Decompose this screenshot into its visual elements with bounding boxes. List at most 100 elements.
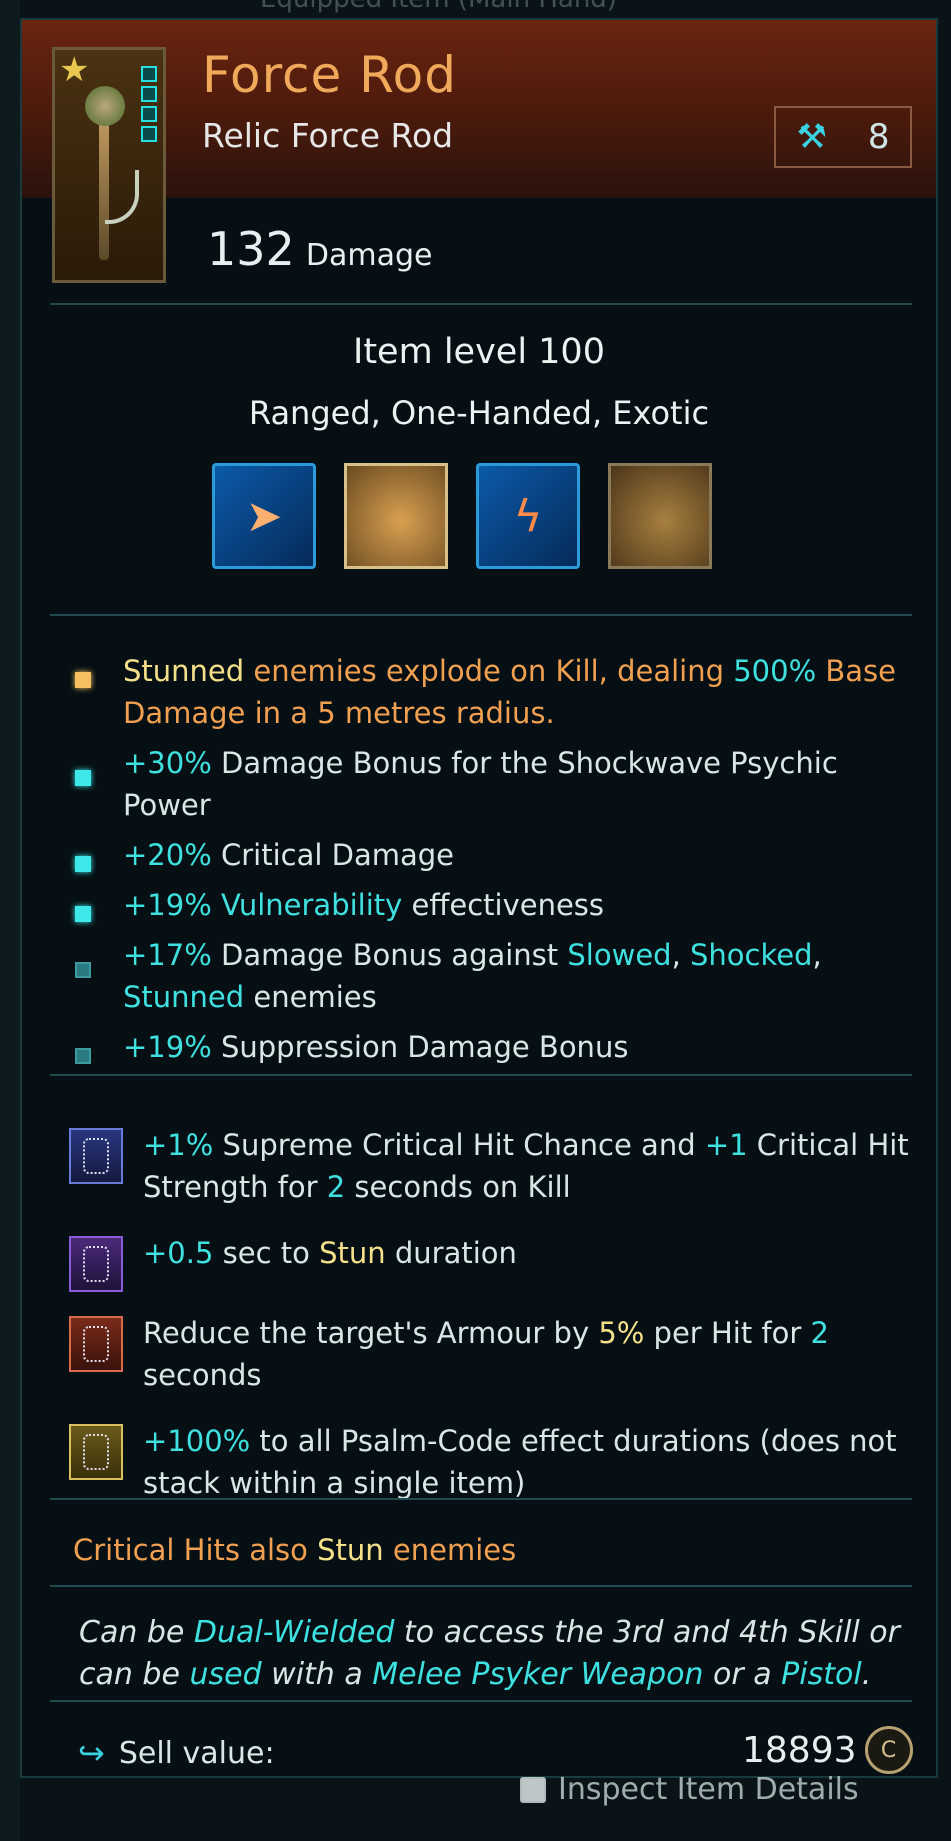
rod-blade-image	[105, 170, 139, 224]
sell-label: Sell value:	[118, 1735, 275, 1771]
blessing-purple-icon	[69, 1236, 123, 1292]
text-span: sec to	[213, 1236, 320, 1270]
perk-bullet-icon	[75, 672, 91, 688]
currency-icon: C	[864, 1726, 913, 1774]
text-span: with a	[261, 1657, 373, 1692]
text-span: +19% Vulnerability	[123, 888, 403, 922]
hammer-icon: ⚒	[796, 117, 827, 157]
text-span: Dual-Wielded	[193, 1615, 395, 1650]
item-name: Force Rod	[202, 46, 457, 104]
crafting-level-badge: ⚒ 8	[774, 106, 912, 168]
socket-icon	[141, 106, 157, 122]
text-span: Shocked	[690, 938, 813, 972]
skill-shockwave-icon[interactable]: ϟ	[476, 463, 580, 569]
perk-list: Stunned enemies explode on Kill, dealing…	[67, 650, 907, 1076]
text-span: 2	[326, 1170, 346, 1204]
socket-icon	[141, 66, 157, 82]
text-span: Stunned	[123, 654, 245, 688]
perk-bullet-icon	[75, 962, 91, 978]
crit-line: Critical Hits also Stun enemies	[73, 1533, 516, 1567]
perk-item: +30% Damage Bonus for the Shockwave Psyc…	[67, 742, 907, 826]
weapon-description: Can be Dual-Wielded to access the 3rd an…	[79, 1612, 919, 1696]
damage-label: Damage	[305, 238, 433, 273]
text-span: Stunned	[123, 980, 245, 1014]
perk-item: +19% Suppression Damage Bonus	[67, 1026, 907, 1068]
inspect-label: Inspect Item Details	[558, 1772, 859, 1807]
blessing-list: +1% Supreme Critical Hit Chance and +1 C…	[67, 1124, 917, 1504]
text-span: enemies	[244, 980, 377, 1014]
divider	[50, 1585, 912, 1587]
text-span: Can be	[79, 1615, 194, 1650]
text-span: Melee Psyker Weapon	[372, 1657, 704, 1692]
text-span: Damage Bonus for the Shockwave Psychic P…	[123, 746, 838, 822]
item-thumbnail: ★	[52, 47, 166, 283]
text-span: to all Psalm-Code effect durations (does…	[143, 1424, 897, 1500]
sell-row: ↪ Sell value:	[78, 1734, 275, 1772]
blessing-red-icon	[69, 1316, 123, 1372]
text-span: used	[189, 1657, 262, 1692]
text-span: duration	[385, 1236, 517, 1270]
text-span: per Hit for	[644, 1316, 811, 1350]
blessing-item: Reduce the target's Armour by 5% per Hit…	[67, 1312, 917, 1396]
text-span: +0.5	[143, 1236, 214, 1270]
blessing-item: +100% to all Psalm-Code effect durations…	[67, 1420, 917, 1504]
skill-scroll-icon[interactable]	[344, 463, 448, 569]
divider	[50, 1074, 912, 1076]
rod-head-image	[85, 86, 125, 126]
divider	[50, 1498, 912, 1500]
divider	[50, 303, 912, 305]
text-span: Stun	[317, 1533, 384, 1567]
text-span: Reduce the target's Armour by	[143, 1316, 599, 1350]
divider	[50, 614, 912, 616]
text-span: Pistol	[781, 1657, 862, 1692]
text-span: +100%	[143, 1424, 251, 1458]
text-span: Damage Bonus against	[211, 938, 568, 972]
text-span: .	[861, 1657, 872, 1692]
socket-icon	[141, 86, 157, 102]
star-icon: ★	[59, 50, 90, 90]
text-span: 500%	[733, 654, 817, 688]
skill-icons-row: ➤ ϟ	[212, 463, 712, 569]
blessing-item: +1% Supreme Critical Hit Chance and +1 C…	[67, 1124, 917, 1208]
text-span: Suppression Damage Bonus	[211, 1030, 629, 1064]
text-span: Stun	[319, 1236, 386, 1270]
text-span: effectiveness	[402, 888, 605, 922]
perk-item: +20% Critical Damage	[67, 834, 907, 876]
perk-item: Stunned enemies explode on Kill, dealing…	[67, 650, 907, 734]
perk-item: +19% Vulnerability effectiveness	[67, 884, 907, 926]
perk-bullet-icon	[75, 770, 91, 786]
sell-amount: 18893	[742, 1729, 857, 1771]
sell-arrow-icon: ↪	[78, 1734, 105, 1772]
text-span: +19%	[123, 1030, 212, 1064]
item-subtitle: Relic Force Rod	[202, 116, 454, 155]
equipped-label: Equipped Item (Main Hand)	[260, 0, 617, 14]
perk-item: +17% Damage Bonus against Slowed, Shocke…	[67, 934, 907, 1018]
text-span: +1%	[143, 1128, 214, 1162]
blessing-yellow-icon	[69, 1424, 123, 1480]
text-span: enemies	[383, 1533, 517, 1567]
perk-bullet-icon	[75, 906, 91, 922]
skill-blast-icon[interactable]: ➤	[212, 463, 316, 569]
text-span: +20%	[123, 838, 212, 872]
text-span: ,	[671, 938, 691, 972]
text-span: Supreme Critical Hit Chance and	[213, 1128, 705, 1162]
damage-stat: 132 Damage	[207, 222, 433, 276]
text-span: +17%	[123, 938, 212, 972]
text-span: 2	[810, 1316, 829, 1350]
sell-value: 18893 C	[742, 1726, 913, 1774]
background-strip	[0, 0, 20, 1841]
text-span: 5%	[598, 1316, 645, 1350]
perk-bullet-icon	[75, 856, 91, 872]
perk-bullet-icon	[75, 1048, 91, 1064]
item-types: Ranged, One-Handed, Exotic	[248, 394, 710, 432]
skill-scroll-icon-2[interactable]	[608, 463, 712, 569]
blessing-blue-icon	[69, 1128, 123, 1184]
divider	[50, 1700, 912, 1702]
text-span: Slowed	[567, 938, 672, 972]
socket-icon	[141, 126, 157, 142]
inspect-item-details-toggle[interactable]: Inspect Item Details	[520, 1772, 859, 1807]
text-span: Critical Hits also	[73, 1533, 318, 1567]
checkbox-icon[interactable]	[520, 1776, 546, 1803]
text-span: seconds	[143, 1358, 262, 1392]
text-span: enemies explode on Kill, dealing	[244, 654, 734, 688]
